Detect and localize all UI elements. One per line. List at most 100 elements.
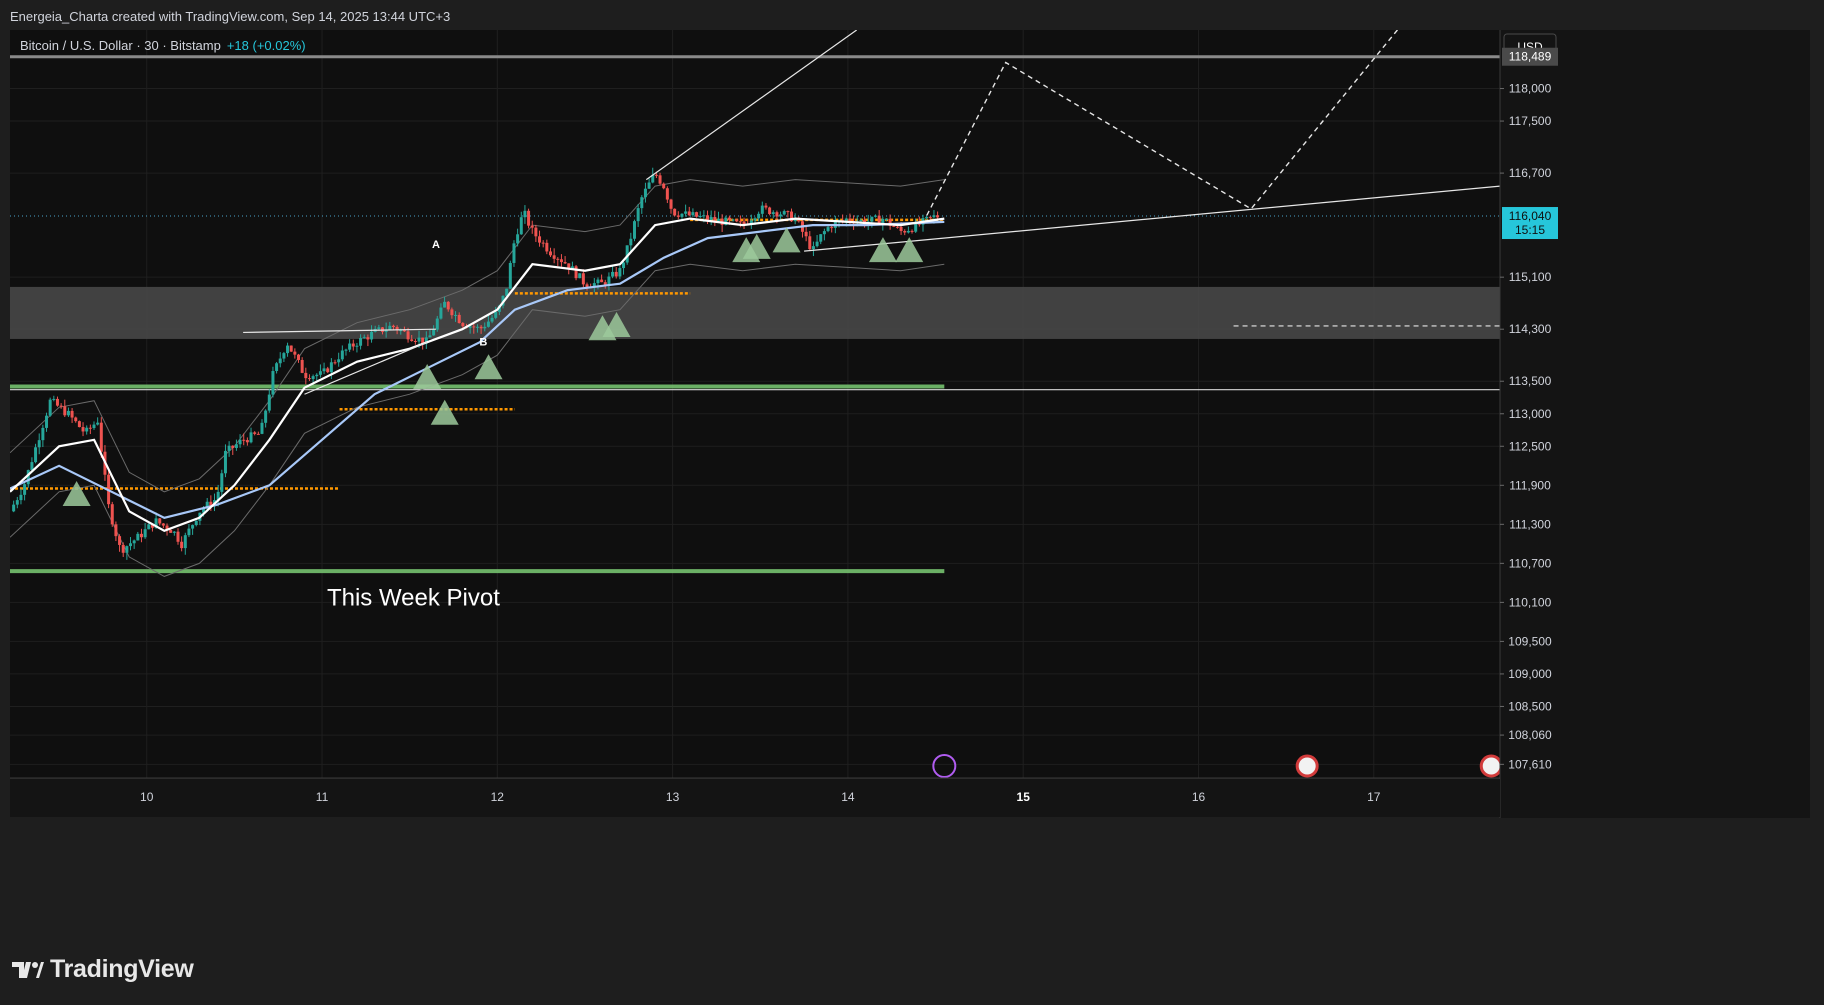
candle-body bbox=[695, 212, 699, 217]
candle-body bbox=[486, 321, 490, 327]
candle-body bbox=[574, 266, 578, 279]
candle-body bbox=[596, 279, 600, 284]
candle-body bbox=[479, 326, 483, 329]
candle-body bbox=[121, 544, 125, 553]
price-tick-label: 113,000 bbox=[1509, 407, 1552, 421]
candle-body bbox=[804, 231, 808, 237]
candle-body bbox=[260, 422, 264, 434]
candle-body bbox=[439, 307, 443, 319]
logo-text: TradingView bbox=[50, 955, 194, 983]
candle-body bbox=[74, 417, 78, 422]
candle-body bbox=[534, 227, 538, 237]
candle-body bbox=[483, 326, 487, 329]
candle-body bbox=[85, 427, 89, 432]
candle-body bbox=[417, 337, 421, 342]
candle-body bbox=[910, 230, 914, 232]
candle-body bbox=[41, 427, 45, 441]
candle-body bbox=[658, 175, 662, 184]
candle-body bbox=[63, 406, 67, 416]
candle-body bbox=[92, 424, 96, 429]
candle-body bbox=[81, 427, 85, 432]
price-tick-label: 108,060 bbox=[1508, 728, 1552, 742]
candle-body bbox=[684, 211, 688, 214]
price-tick-label: 118,000 bbox=[1509, 82, 1552, 96]
candle-body bbox=[472, 326, 476, 328]
candle-body bbox=[234, 444, 238, 449]
candle-body bbox=[530, 225, 534, 228]
candle-body bbox=[231, 445, 235, 449]
tradingview-logo[interactable]: TradingView bbox=[12, 955, 194, 984]
candle-body bbox=[267, 394, 271, 411]
candle-body bbox=[895, 226, 899, 228]
price-tick-label: 116,700 bbox=[1509, 166, 1552, 180]
candle-body bbox=[344, 349, 348, 351]
candle-body bbox=[326, 368, 330, 373]
candle-body bbox=[351, 343, 355, 347]
candle-body bbox=[340, 350, 344, 360]
candle-body bbox=[680, 213, 684, 217]
candle-body bbox=[859, 219, 863, 222]
price-chart[interactable]: A B This Week Pivot 118,000 117,500 116,700 11… bbox=[10, 30, 1810, 938]
candle-body bbox=[96, 422, 100, 425]
chart-area[interactable]: A B This Week Pivot 118,000 117,500 116,700 11… bbox=[10, 30, 1810, 938]
candle-body bbox=[632, 221, 636, 239]
candle-body bbox=[161, 523, 165, 526]
candle-body bbox=[877, 215, 881, 224]
price-tick-label: 112,500 bbox=[1509, 439, 1552, 453]
footer bbox=[0, 940, 1824, 1005]
candle-body bbox=[870, 216, 874, 222]
candle-body bbox=[297, 354, 301, 360]
top-bar: Energeia_Charta created with TradingView… bbox=[0, 0, 1824, 30]
candle-body bbox=[622, 262, 626, 269]
candle-body bbox=[318, 371, 322, 375]
candle-body bbox=[329, 362, 333, 373]
time-tick-label: 10 bbox=[140, 790, 154, 804]
candle-body bbox=[508, 262, 512, 289]
candle-body bbox=[815, 241, 819, 247]
candle-body bbox=[30, 462, 34, 471]
candle-body bbox=[673, 208, 677, 216]
candle-body bbox=[771, 212, 775, 215]
time-tick-label: 14 bbox=[841, 790, 855, 804]
candle-body bbox=[494, 311, 498, 318]
candle-body bbox=[687, 211, 691, 216]
price-tick-label: 115,100 bbox=[1509, 270, 1552, 284]
price-tick-label: 111,900 bbox=[1509, 478, 1551, 492]
candle-body bbox=[738, 221, 742, 223]
candle-body bbox=[716, 218, 720, 221]
candle-body bbox=[457, 314, 461, 324]
candle-body bbox=[676, 215, 680, 217]
candle-body bbox=[337, 359, 341, 363]
candle-body bbox=[578, 273, 582, 279]
candle-body bbox=[443, 301, 447, 308]
candle-body bbox=[892, 225, 896, 227]
candle-body bbox=[753, 218, 757, 221]
candle-body bbox=[194, 520, 198, 526]
candle-body bbox=[366, 337, 370, 340]
candle-body bbox=[450, 309, 454, 316]
candle-body bbox=[289, 345, 293, 352]
bar-countdown-label: 15:15 bbox=[1515, 223, 1545, 237]
us-flag-event-icon bbox=[1295, 754, 1319, 778]
candle-body bbox=[183, 535, 187, 549]
candle-body bbox=[406, 331, 410, 340]
candle-body bbox=[523, 210, 527, 218]
time-tick-label: 12 bbox=[491, 790, 505, 804]
price-tick-label: 117,500 bbox=[1509, 114, 1552, 128]
candle-body bbox=[242, 439, 246, 441]
candle-body bbox=[359, 338, 363, 346]
candle-body bbox=[286, 345, 290, 354]
candle-body bbox=[899, 226, 903, 232]
candle-body bbox=[548, 251, 552, 256]
candle-body bbox=[936, 215, 940, 218]
candle-body bbox=[830, 227, 834, 229]
candle-body bbox=[187, 528, 191, 536]
candle-body bbox=[735, 219, 739, 222]
candle-body bbox=[702, 215, 706, 217]
candle-body bbox=[643, 188, 647, 198]
candle-body bbox=[77, 421, 81, 428]
candle-body bbox=[932, 215, 936, 218]
candle-body bbox=[516, 234, 520, 244]
candle-body bbox=[640, 197, 644, 209]
candle-body bbox=[764, 205, 768, 208]
